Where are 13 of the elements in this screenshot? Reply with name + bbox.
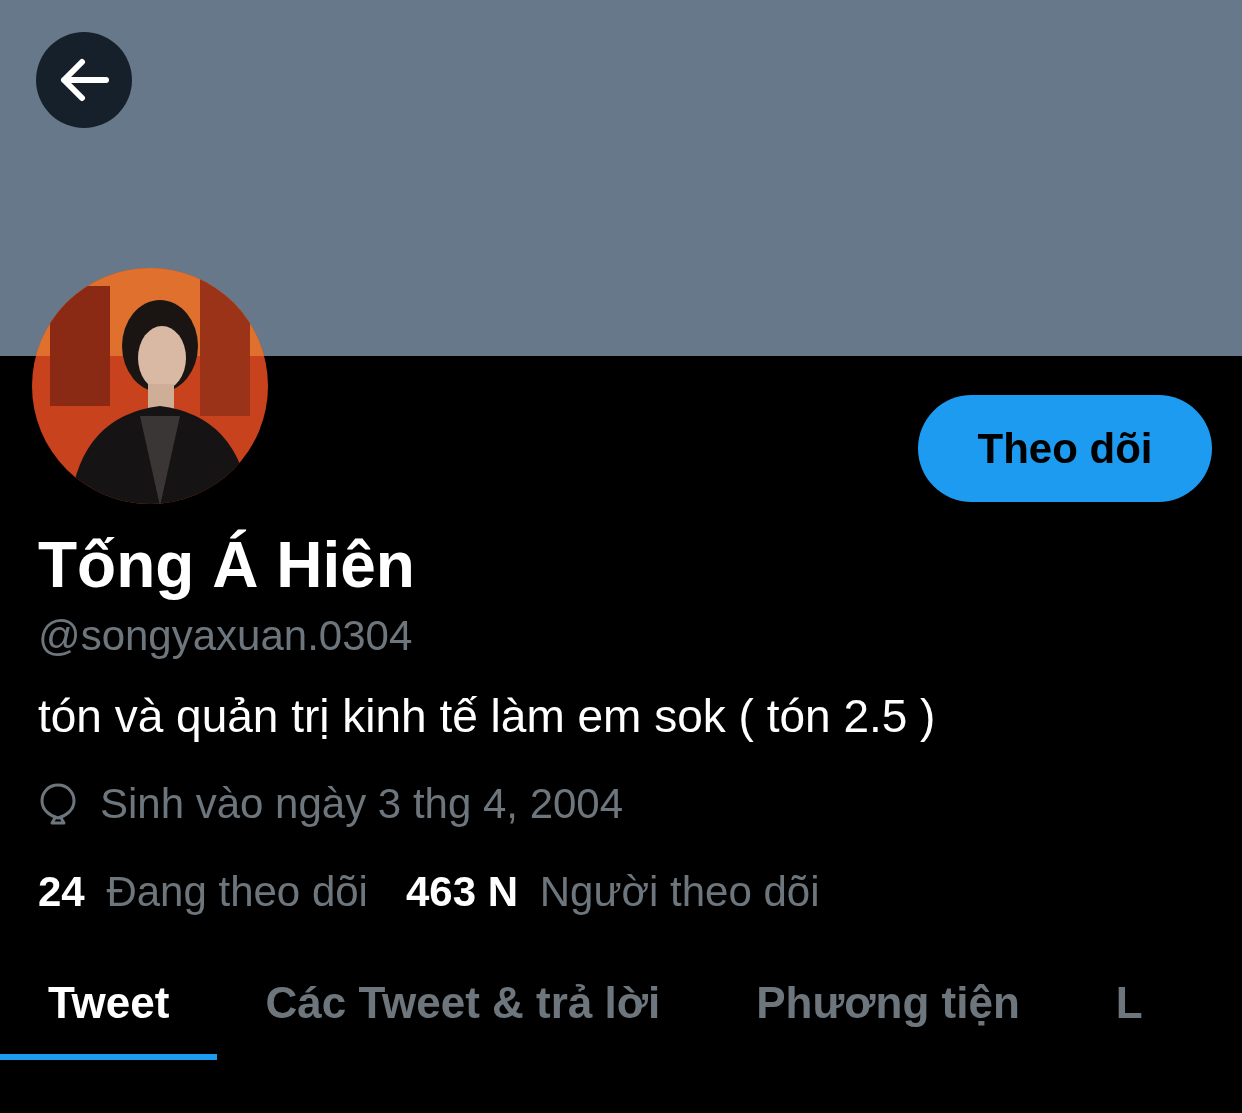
follow-stat-link[interactable]: 24 Đang theo dõi bbox=[38, 864, 368, 920]
profile-tab[interactable]: L bbox=[1067, 960, 1191, 1060]
back-arrow-icon bbox=[58, 58, 110, 102]
profile-tab[interactable]: Phương tiện bbox=[708, 960, 1068, 1060]
follow-stat-link[interactable]: 463 N Người theo dõi bbox=[405, 864, 820, 920]
birthday-text: Sinh vào ngày 3 thg 4, 2004 bbox=[100, 779, 624, 829]
profile-bio: tón và quản trị kinh tế làm em sok ( tón 2.5 ) bbox=[38, 689, 937, 744]
balloon-icon bbox=[38, 782, 78, 826]
profile-name: Tống Á Hiên bbox=[38, 528, 416, 603]
profile-handle: @songyaxuan.0304 bbox=[38, 611, 414, 661]
profile-tab[interactable]: Các Tweet & trả lời bbox=[217, 960, 709, 1060]
profile-tab[interactable]: Tweet bbox=[0, 960, 218, 1060]
follow-button[interactable]: Theo dõi bbox=[918, 395, 1212, 502]
